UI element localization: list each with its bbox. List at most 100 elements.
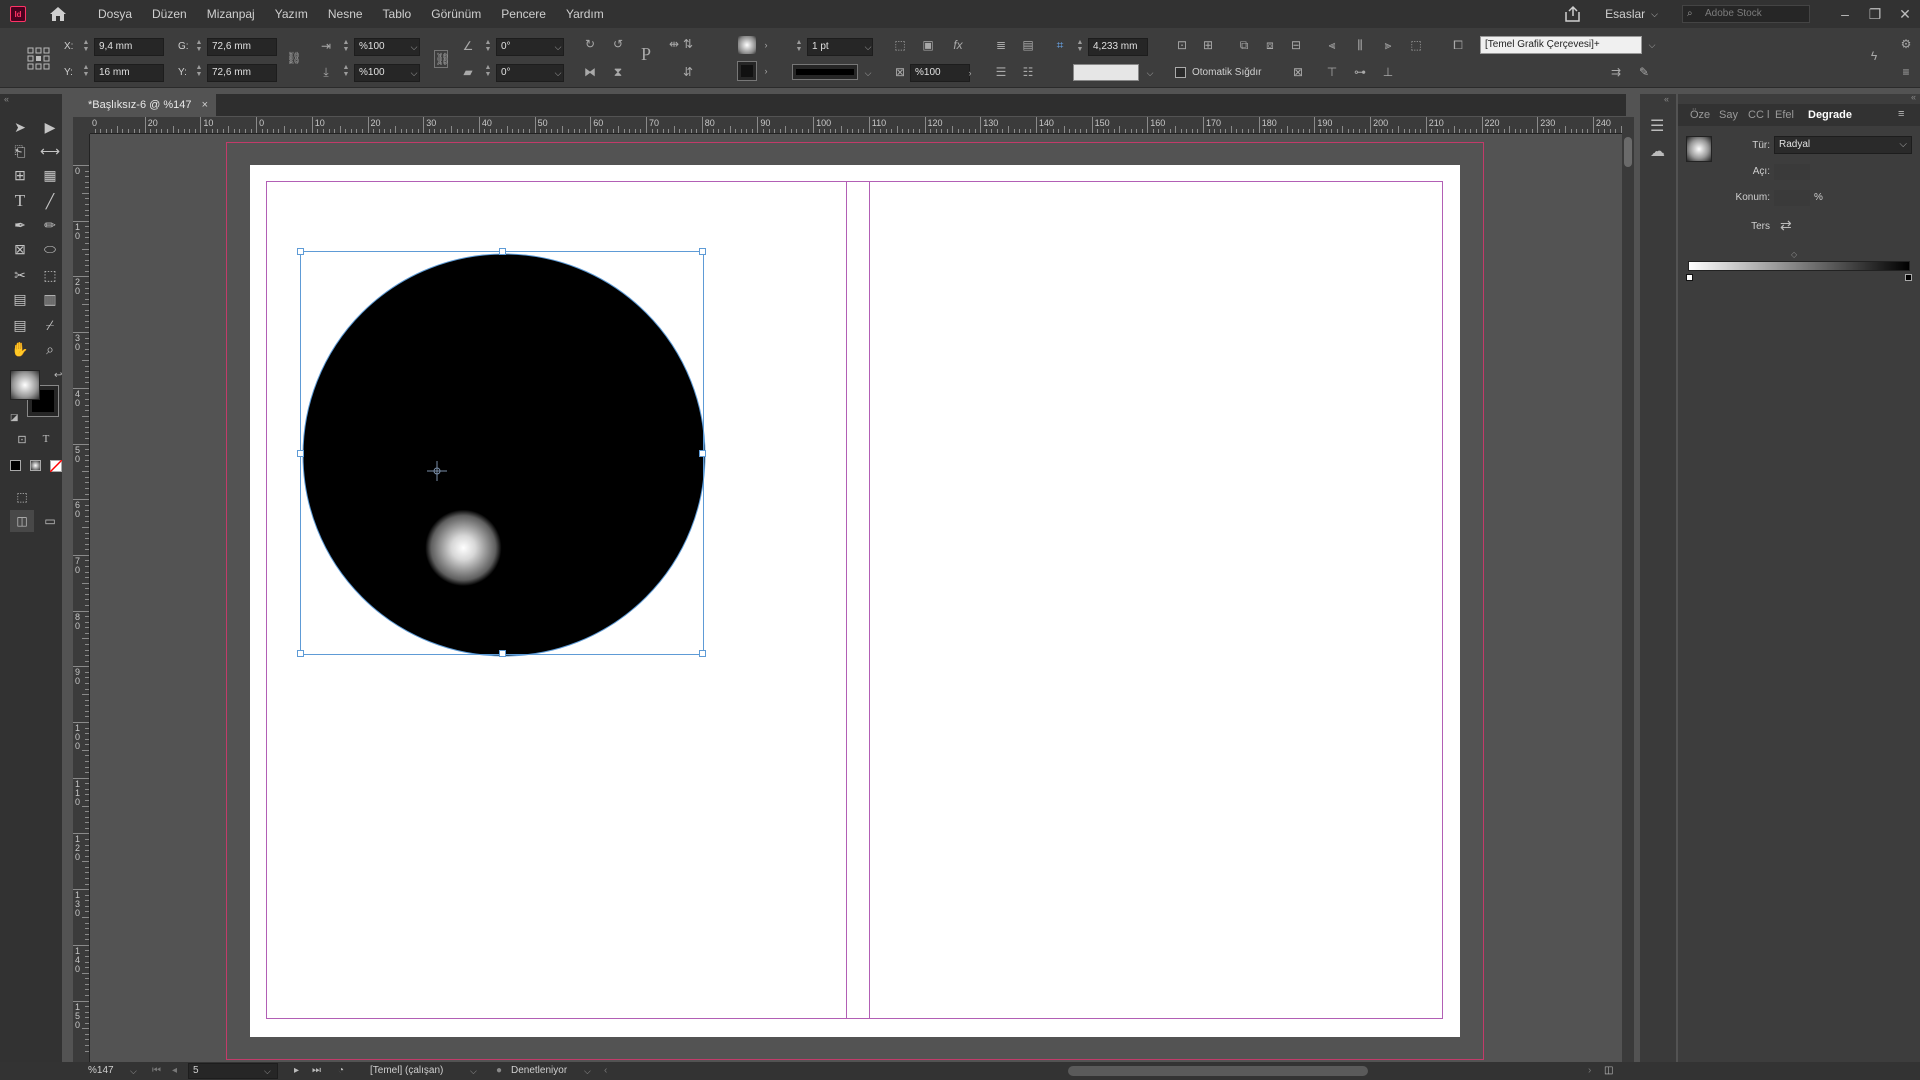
vertical-scrollbar[interactable] bbox=[1622, 117, 1634, 1062]
collapse-toolbar-icon[interactable]: « bbox=[4, 94, 9, 104]
scissors-tool-icon[interactable]: ✂ bbox=[8, 264, 32, 286]
direct-selection-tool-icon[interactable]: ▶ bbox=[38, 116, 62, 138]
formatting-container-icon[interactable]: ⊡ bbox=[10, 428, 34, 450]
pasteboard[interactable] bbox=[90, 134, 1622, 1062]
content-aware-fit-icon[interactable]: ⊠ bbox=[1290, 64, 1306, 80]
expand-panels-icon[interactable]: « bbox=[1664, 94, 1669, 104]
text-wrap-none-icon[interactable]: ≣ bbox=[993, 37, 1009, 53]
pencil-tool-icon[interactable]: ✏ bbox=[38, 214, 62, 236]
preview-view-icon[interactable]: ▭ bbox=[38, 510, 62, 532]
menu-yazim[interactable]: Yazım bbox=[265, 0, 318, 28]
previous-page-icon[interactable]: ◂ bbox=[172, 1062, 177, 1080]
preflight-status[interactable]: Denetleniyor bbox=[511, 1062, 567, 1080]
chevron-down-icon[interactable]: ⌵ bbox=[862, 40, 874, 54]
align-center-h-icon[interactable]: ⫼ bbox=[1352, 37, 1368, 53]
content-direction-icon[interactable]: P bbox=[638, 45, 654, 63]
scroll-right-icon[interactable]: › bbox=[1588, 1062, 1591, 1080]
reference-point-icon[interactable] bbox=[26, 46, 52, 72]
reverse-gradient-icon[interactable]: ⇄ bbox=[1780, 217, 1792, 234]
chevron-down-icon[interactable]: ⌵ bbox=[1651, 9, 1658, 20]
close-window-button[interactable]: ✕ bbox=[1890, 0, 1920, 28]
restore-button[interactable]: ❐ bbox=[1860, 0, 1890, 28]
text-wrap-bbox-icon[interactable]: ▤ bbox=[1020, 37, 1036, 53]
gap-tool-icon[interactable]: ⟷ bbox=[38, 140, 62, 162]
menu-duzen[interactable]: Düzen bbox=[142, 0, 197, 28]
pen-tool-icon[interactable]: ✒ bbox=[8, 214, 32, 236]
corner-shape-dropdown[interactable] bbox=[1073, 64, 1139, 81]
collapse-panel-icon[interactable]: « bbox=[1911, 92, 1916, 102]
minimize-button[interactable]: – bbox=[1830, 0, 1860, 28]
line-tool-icon[interactable]: ╱ bbox=[38, 190, 62, 212]
chevron-down-icon[interactable]: ⌵ bbox=[130, 1062, 137, 1080]
page-tool-icon[interactable]: ⎗ bbox=[8, 140, 32, 162]
align-middle-v-icon[interactable]: ⊶ bbox=[1352, 64, 1368, 80]
tab-cc-libraries[interactable]: CC l bbox=[1748, 104, 1769, 126]
split-view-icon[interactable]: ◫ bbox=[1604, 1062, 1613, 1080]
rotate-cw-icon[interactable]: ↻ bbox=[582, 36, 598, 52]
effects-fx-icon[interactable]: fx bbox=[950, 37, 966, 53]
align-top-icon[interactable]: ⊤ bbox=[1324, 64, 1340, 80]
align-bottom-icon[interactable]: ⊥ bbox=[1380, 64, 1396, 80]
fill-color-swatch[interactable] bbox=[10, 370, 40, 400]
hand-tool-icon[interactable]: ✋ bbox=[8, 338, 32, 360]
object-style-dropdown[interactable]: [Temel Grafik Çerçevesi]+ bbox=[1480, 36, 1642, 54]
zoom-tool-icon[interactable]: ⌕ bbox=[38, 338, 62, 360]
height-spinner[interactable]: ▲ ▼ bbox=[195, 64, 203, 78]
note-tool-icon[interactable]: ▤ bbox=[8, 314, 32, 336]
chevron-down-icon[interactable]: ⌵ bbox=[862, 66, 874, 80]
menu-gorunum[interactable]: Görünüm bbox=[421, 0, 491, 28]
default-colors-icon[interactable]: ◪ bbox=[10, 412, 19, 423]
distribute-icon[interactable]: ⬚ bbox=[1408, 37, 1424, 53]
gear-icon[interactable]: ⚙ bbox=[1898, 36, 1914, 52]
edit-icon[interactable]: ✎ bbox=[1636, 64, 1652, 80]
rectangle-frame-tool-icon[interactable]: ⊠ bbox=[8, 238, 32, 260]
scroll-thumb[interactable] bbox=[1624, 137, 1632, 167]
align-right-icon[interactable]: ⫸ bbox=[1380, 37, 1396, 53]
horizontal-scroll-thumb[interactable] bbox=[1068, 1066, 1368, 1076]
content-collector-icon[interactable]: ⊞ bbox=[8, 164, 32, 186]
gradient-type-dropdown[interactable]: Radyal ⌵ bbox=[1774, 136, 1912, 154]
menu-pencere[interactable]: Pencere bbox=[491, 0, 556, 28]
x-field[interactable]: 9,4 mm bbox=[94, 38, 164, 56]
resize-handle-top-left[interactable] bbox=[297, 248, 304, 255]
document-tab[interactable]: *Başlıksız-6 @ %147 × bbox=[76, 94, 216, 116]
drop-shadow-icon[interactable]: ▣ bbox=[920, 37, 936, 53]
tab-efektler[interactable]: Efel bbox=[1775, 104, 1794, 126]
panel-menu-icon[interactable]: ≡ bbox=[1898, 64, 1914, 80]
open-document-icon[interactable]: ◔ bbox=[338, 1062, 344, 1080]
menu-dosya[interactable]: Dosya bbox=[88, 0, 142, 28]
y-spinner[interactable]: ▲ ▼ bbox=[82, 64, 90, 78]
workspace-switcher[interactable]: Esaslar bbox=[1605, 7, 1645, 21]
height-field[interactable]: 72,6 mm bbox=[207, 64, 277, 82]
first-page-icon[interactable]: ⏮ bbox=[152, 1062, 161, 1080]
ruler-origin[interactable] bbox=[73, 117, 90, 134]
fill-frame-proportional-icon[interactable]: ⊞ bbox=[1200, 37, 1216, 53]
shear-spinner[interactable]: ▲ ▼ bbox=[484, 64, 492, 78]
chevron-down-icon[interactable]: ⌵ bbox=[408, 66, 420, 80]
formatting-text-icon[interactable]: T bbox=[34, 428, 58, 450]
cc-libraries-icon[interactable]: ☁ bbox=[1650, 142, 1665, 160]
eyedropper-tool-icon[interactable]: ⌿ bbox=[38, 314, 62, 336]
gradient-swatch-tool-icon[interactable]: ▤ bbox=[8, 288, 32, 310]
close-tab-icon[interactable]: × bbox=[202, 94, 208, 116]
menu-yardim[interactable]: Yardım bbox=[556, 0, 614, 28]
gradient-feather-tool-icon[interactable]: ▥ bbox=[38, 288, 62, 310]
chevron-down-icon[interactable]: ⌵ bbox=[552, 66, 564, 80]
last-page-icon[interactable]: ⏭ bbox=[312, 1062, 321, 1080]
vertical-ruler[interactable]: 0 10 20 30 40 50 60 70 80 90 100 110 120 130 140 150 bbox=[73, 134, 90, 1062]
document-page[interactable] bbox=[250, 165, 1460, 1037]
flip-v-icon[interactable]: ⧗ bbox=[610, 64, 626, 80]
tab-sayfalar[interactable]: Say bbox=[1719, 104, 1738, 126]
y-field[interactable]: 16 mm bbox=[94, 64, 164, 82]
chevron-down-icon[interactable]: ⌵ bbox=[1144, 66, 1156, 80]
stroke-weight-spinner[interactable]: ▲ ▼ bbox=[795, 39, 803, 53]
scroll-left-icon[interactable]: ‹ bbox=[604, 1062, 607, 1080]
frame-fitting-icon[interactable]: ⬚ bbox=[892, 37, 908, 53]
scale-x-spinner[interactable]: ▲ ▼ bbox=[342, 39, 350, 53]
width-spinner[interactable]: ▲ ▼ bbox=[195, 39, 203, 53]
constrain-proportions-icon[interactable]: ⛓ bbox=[286, 50, 302, 66]
stroke-dropdown-icon[interactable]: › bbox=[760, 64, 772, 78]
chevron-down-icon[interactable]: ⌵ bbox=[584, 1062, 591, 1080]
rotate-spinner[interactable]: ▲ ▼ bbox=[484, 39, 492, 53]
chevron-down-icon[interactable]: ⌵ bbox=[470, 1062, 477, 1080]
